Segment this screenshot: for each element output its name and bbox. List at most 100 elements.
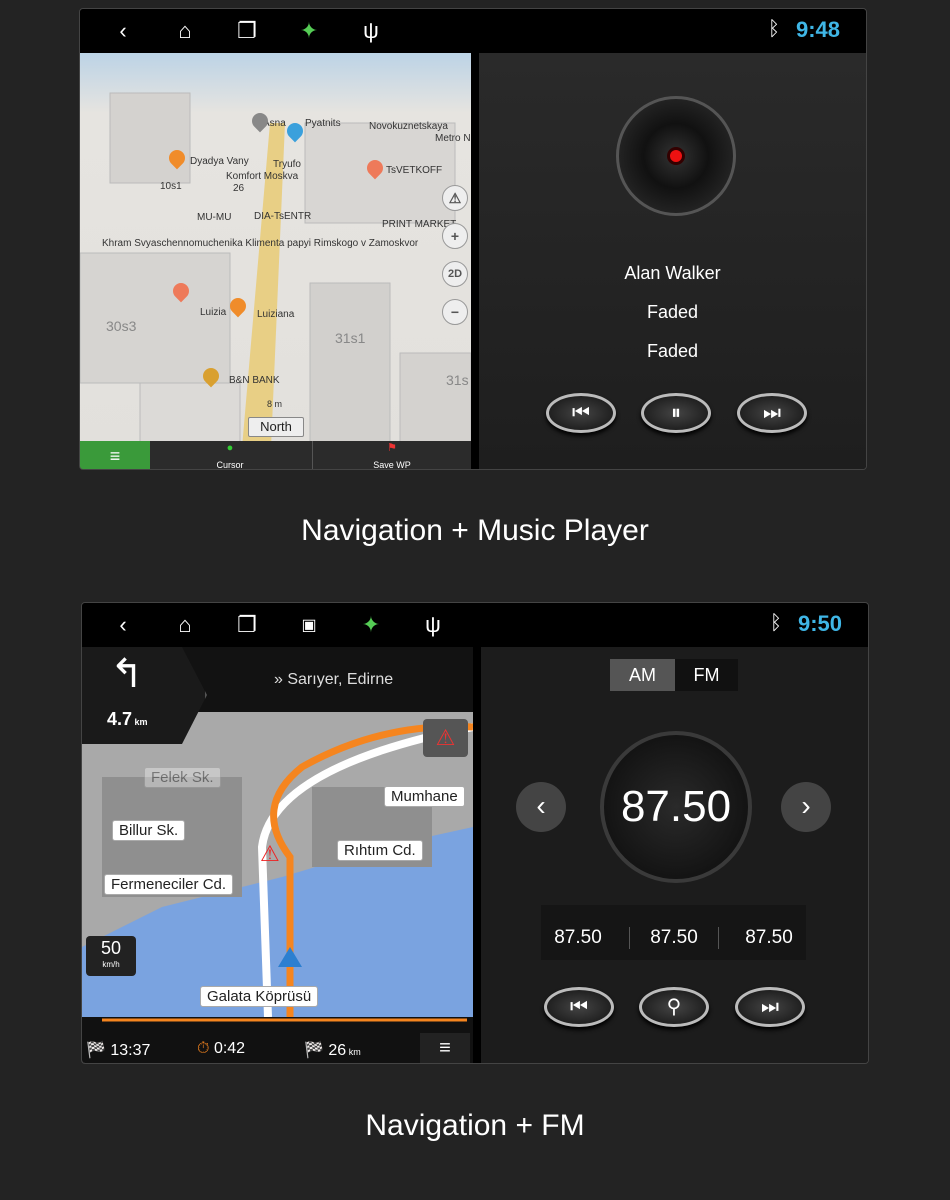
finish-flag-icon: 🏁: [86, 1042, 106, 1059]
street-label: Fermeneciler Cd.: [104, 874, 234, 895]
save-waypoint-button[interactable]: ⚑ Save WP: [312, 441, 471, 470]
fm-radio: AM FM ‹ 87.50 › 87.50 87.50 87.50 ⏮ ⚲ ⏭: [481, 647, 868, 1063]
recent-apps-icon[interactable]: ❐: [216, 612, 278, 638]
bluetooth-icon: ᛒ: [770, 612, 782, 634]
distance-flag-icon: 🏁: [304, 1042, 324, 1059]
cursor-button[interactable]: ● Cursor: [150, 441, 310, 470]
split-divider[interactable]: [473, 647, 481, 1063]
map-label: Dyadya Vany: [190, 156, 249, 167]
next-button[interactable]: ⏭: [737, 393, 807, 433]
timer-icon: ⏱: [197, 1040, 210, 1057]
frequency-dial: 87.50: [600, 731, 752, 883]
preset-3[interactable]: 87.50: [724, 927, 814, 949]
street-label: Rıhtım Cd.: [337, 840, 423, 861]
remaining-distance: 🏁 26 km: [304, 1042, 361, 1059]
band-am-tab[interactable]: AM: [610, 659, 675, 691]
track-artist: Alan Walker: [624, 263, 721, 283]
usb-icon: ψ: [363, 18, 379, 43]
view-2d-button[interactable]: 2D: [442, 261, 468, 287]
head-unit-screen-music: ‹ ⌂ ❐ ✦ ψ ᛒ 9:48 Asna Pyatnits Novokuzne…: [79, 8, 867, 470]
band-fm-tab[interactable]: FM: [675, 659, 738, 691]
previous-button[interactable]: ⏮: [546, 393, 616, 433]
gps-icon: ✦: [299, 18, 319, 43]
map-label: 26: [233, 183, 245, 194]
map-label: 10s1: [160, 181, 182, 192]
map-label: Tryufo: [273, 159, 301, 170]
navigation-map[interactable]: ↰ 4.7 km » Sarıyer, Edirne ⚠ Felek Sk. B…: [82, 647, 473, 1063]
map-label: Pyatnits: [305, 118, 341, 129]
next-button[interactable]: ⏭: [735, 987, 805, 1027]
map-label: 30s3: [106, 318, 137, 334]
image-icon: ▣: [301, 617, 317, 634]
cursor-label: Cursor: [216, 460, 244, 470]
menu-button[interactable]: ≡: [420, 1033, 470, 1063]
split-divider[interactable]: [471, 53, 479, 469]
head-unit-screen-fm: ‹ ⌂ ❐ ▣ ✦ ψ ᛒ 9:50 ↰ 4.7 km » Sarıyer, E…: [81, 602, 869, 1064]
map-label: Khram Svyaschennomuchenika Klimenta papy…: [102, 238, 419, 249]
map-label: Luizia: [200, 307, 227, 318]
street-label: Mumhane: [384, 786, 465, 807]
map-label: B&N BANK: [229, 375, 280, 386]
speed-limit: 50 km/h: [86, 936, 136, 976]
status-bar: ‹ ⌂ ❐ ▣ ✦ ψ ᛒ 9:50: [82, 603, 868, 647]
caption-fm: Navigation + FM: [365, 1109, 585, 1142]
cursor-pin-icon: ●: [226, 442, 234, 454]
remaining-time: ⏱ 0:42: [197, 1040, 246, 1057]
map-bottom-bar: ≡ ● Cursor ⚑ Save WP: [80, 441, 471, 470]
seek-forward-button[interactable]: ›: [781, 782, 831, 832]
roadworks-warning-icon[interactable]: ⚠: [423, 719, 468, 757]
album-disc: [616, 96, 736, 216]
preset-1[interactable]: 87.50: [533, 927, 623, 949]
disc-center: [667, 147, 685, 165]
map-scale: 8 m: [267, 399, 283, 409]
street-label: Galata Köprüsü: [200, 986, 319, 1007]
home-icon[interactable]: ⌂: [154, 612, 216, 638]
music-player: Alan Walker Faded Faded ⏮ ⏸ ⏭: [479, 53, 866, 469]
map-label: 31s: [446, 372, 469, 388]
seek-back-button[interactable]: ‹: [516, 782, 566, 832]
bluetooth-icon: ᛒ: [768, 18, 780, 40]
back-icon[interactable]: ‹: [92, 18, 154, 44]
turn-left-arrow-icon: ↰: [110, 652, 144, 696]
map-label: Luiziana: [257, 309, 295, 320]
track-album: Faded: [646, 341, 699, 361]
turn-instruction: ↰ 4.7 km: [82, 647, 207, 744]
previous-button[interactable]: ⏮: [544, 987, 614, 1027]
save-wp-label: Save WP: [373, 460, 411, 470]
flag-icon: ⚑: [387, 442, 397, 454]
map-label: Komfort Moskva: [226, 171, 299, 182]
back-icon[interactable]: ‹: [92, 612, 154, 638]
street-label: Billur Sk.: [112, 820, 186, 841]
gps-icon: ✦: [361, 612, 381, 637]
warning-button[interactable]: ⚠: [442, 185, 468, 211]
menu-button[interactable]: ≡: [80, 441, 150, 469]
zoom-in-button[interactable]: +: [442, 223, 468, 249]
clock: 9:48: [795, 17, 840, 42]
status-bar: ‹ ⌂ ❐ ✦ ψ ᛒ 9:48: [80, 9, 866, 53]
map-label: TsVETKOFF: [386, 165, 443, 176]
zoom-out-button[interactable]: −: [442, 299, 468, 325]
recent-apps-icon[interactable]: ❐: [216, 18, 278, 44]
home-icon[interactable]: ⌂: [154, 18, 216, 44]
pause-button[interactable]: ⏸: [641, 393, 711, 433]
speed-unit: km/h: [102, 960, 120, 969]
street-label: Felek Sk.: [144, 767, 221, 788]
map-label: Metro N: [435, 133, 471, 144]
map-label: 31s1: [335, 330, 366, 346]
usb-icon: ψ: [425, 612, 441, 637]
preset-2[interactable]: 87.50: [629, 927, 719, 949]
turn-distance: 4.7 km: [107, 709, 148, 729]
caption-music: Navigation + Music Player: [301, 514, 649, 547]
destination-label: » Sarıyer, Edirne: [274, 671, 394, 688]
search-button[interactable]: ⚲: [639, 987, 709, 1027]
clock: 9:50: [797, 611, 842, 636]
navigation-map[interactable]: Asna Pyatnits Novokuznetskaya Metro N Dy…: [80, 53, 471, 470]
eta: 🏁 13:37: [86, 1042, 151, 1059]
traffic-warning-icon: ⚠: [260, 841, 280, 866]
map-label: DIA-TsENTR: [254, 211, 312, 222]
map-label: MU-MU: [197, 212, 232, 223]
north-button[interactable]: North: [248, 417, 304, 437]
speed-value: 50: [100, 938, 122, 958]
track-title: Faded: [646, 302, 699, 322]
map-label: Novokuznetskaya: [369, 121, 448, 132]
